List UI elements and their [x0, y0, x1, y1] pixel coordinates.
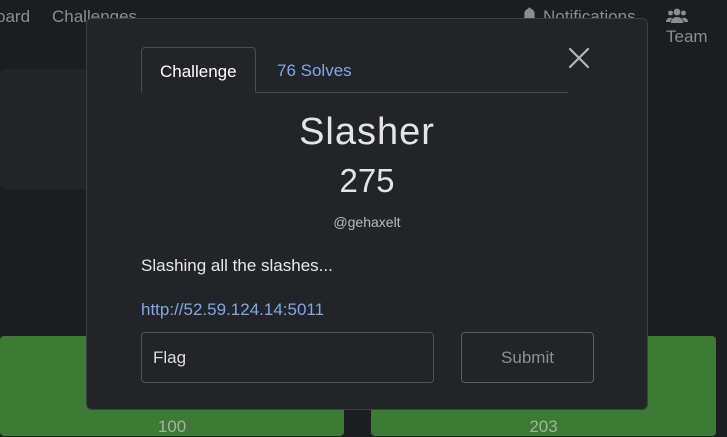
challenge-points: 275	[339, 162, 395, 199]
tab-solves[interactable]: 76 Solves	[259, 47, 370, 92]
tile-points: 203	[529, 417, 558, 436]
submit-button[interactable]: Submit	[461, 332, 594, 383]
nav-team-link[interactable]: Team	[666, 7, 727, 47]
challenge-name: Slasher	[299, 111, 435, 153]
flag-input[interactable]	[141, 332, 434, 383]
nav-team-label: Team	[666, 27, 708, 46]
close-icon	[568, 47, 590, 69]
challenge-description: Slashing all the slashes...	[141, 256, 333, 275]
tab-challenge[interactable]: Challenge	[141, 47, 256, 93]
challenge-modal: Challenge 76 Solves Slasher 275 @gehaxel…	[86, 18, 648, 410]
tile-points: 100	[157, 417, 187, 436]
challenge-author: @gehaxelt	[333, 214, 401, 230]
close-button[interactable]	[567, 46, 591, 70]
challenge-link[interactable]: http://52.59.124.14:5011	[141, 300, 324, 320]
users-icon	[666, 8, 688, 23]
nav-scoreboard-link[interactable]: oard	[0, 7, 30, 27]
modal-tabs: Challenge 76 Solves	[141, 47, 568, 93]
